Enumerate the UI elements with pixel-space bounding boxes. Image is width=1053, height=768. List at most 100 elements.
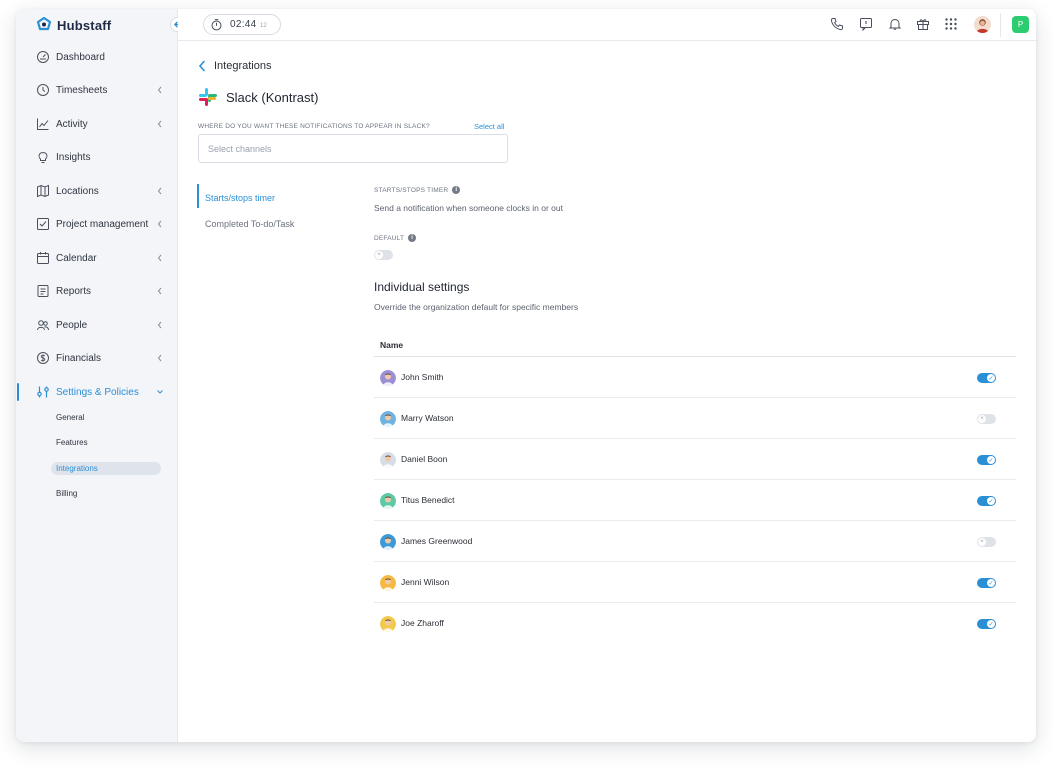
phone-icon[interactable]	[830, 17, 844, 31]
back-label: Integrations	[214, 60, 272, 72]
member-notification-toggle[interactable]: ✓	[977, 373, 996, 383]
member-notification-toggle[interactable]: ✓	[977, 455, 996, 465]
member-notification-toggle[interactable]: ×	[977, 414, 996, 424]
channels-select[interactable]	[198, 134, 508, 163]
sidebar-item-locations[interactable]: Locations	[16, 180, 178, 202]
channels-question-label: WHERE DO YOU WANT THESE NOTIFICATIONS TO…	[198, 123, 430, 130]
member-notification-toggle[interactable]: ✓	[977, 578, 996, 588]
sidebar-sub-integrations[interactable]: Integrations	[56, 464, 98, 473]
sidebar-item-dashboard[interactable]: Dashboard	[16, 46, 178, 68]
user-avatar[interactable]	[974, 16, 991, 33]
sidebar-item-label: Reports	[56, 285, 92, 297]
chevron-down-icon[interactable]	[155, 387, 165, 397]
member-name: Jenni Wilson	[401, 577, 450, 587]
member-avatar	[380, 534, 396, 550]
default-caption-text: DEFAULT	[374, 234, 405, 242]
active-nav-indicator	[17, 383, 19, 401]
section-description: Send a notification when someone clocks …	[374, 203, 564, 213]
sidebar-sub-features[interactable]: Features	[56, 438, 88, 447]
member-avatar	[380, 493, 396, 509]
subtab-active-indicator	[197, 184, 199, 208]
integration-title: Slack (Kontrast)	[226, 89, 319, 105]
sidebar-item-financials[interactable]: Financials	[16, 347, 178, 369]
sidebar-item-label: Activity	[56, 118, 88, 130]
sidebar-item-insights[interactable]: Insights	[16, 146, 178, 168]
sidebar-item-label: Settings & Policies	[56, 386, 139, 398]
check-icon: ✓	[987, 374, 995, 382]
chevron-left-icon[interactable]	[155, 353, 165, 363]
back-to-integrations-link[interactable]: Integrations	[198, 60, 271, 72]
sidebar-item-label: People	[56, 319, 88, 331]
member-avatar	[380, 411, 396, 427]
member-avatar	[380, 575, 396, 591]
organization-badge[interactable]: P	[1012, 16, 1029, 33]
sidebar-sub-billing[interactable]: Billing	[56, 489, 77, 498]
chevron-left-icon[interactable]	[155, 85, 165, 95]
sidebar-item-reports[interactable]: Reports	[16, 280, 178, 302]
sidebar-item-people[interactable]: People	[16, 314, 178, 336]
sidebar-item-settings-policies[interactable]: Settings & Policies	[16, 381, 178, 403]
member-notification-toggle[interactable]: ×	[977, 537, 996, 547]
chevron-left-icon[interactable]	[155, 286, 165, 296]
sidebar-item-calendar[interactable]: Calendar	[16, 247, 178, 269]
subtab-completed-todo[interactable]: Completed To-do/Task	[205, 219, 294, 229]
info-icon[interactable]: i	[408, 234, 417, 242]
slack-logo-icon	[199, 88, 217, 106]
member-avatar-icon	[380, 534, 396, 550]
table-header: Name	[374, 330, 1016, 357]
member-notification-toggle[interactable]: ✓	[977, 619, 996, 629]
table-row: Marry Watson ×	[374, 398, 1016, 439]
check-icon: ✓	[987, 620, 995, 628]
info-icon[interactable]: i	[452, 186, 461, 194]
topbar: 02:44 12 P	[178, 9, 1036, 41]
chevron-left-icon[interactable]	[155, 219, 165, 229]
channels-input[interactable]	[199, 135, 507, 162]
sidebar-item-label: Calendar	[56, 252, 97, 264]
member-avatar	[380, 616, 396, 632]
people-icon	[37, 320, 49, 331]
member-name: John Smith	[401, 372, 444, 382]
dollar-icon	[37, 352, 49, 364]
chevron-left-icon[interactable]	[155, 253, 165, 263]
member-name: James Greenwood	[401, 536, 473, 546]
dashboard-icon	[37, 51, 49, 63]
sidebar-item-label: Financials	[56, 352, 102, 364]
member-name: Daniel Boon	[401, 454, 448, 464]
check-icon: ✓	[987, 579, 995, 587]
user-avatar-icon	[976, 19, 989, 33]
sidebar-item-timesheets[interactable]: Timesheets	[16, 79, 178, 101]
logo[interactable]: Hubstaff	[36, 16, 111, 34]
topbar-divider	[1000, 13, 1001, 37]
subtab-starts-stops-timer[interactable]: Starts/stops timer	[205, 193, 275, 203]
select-all-link[interactable]: Select all	[474, 122, 504, 131]
apps-grid-icon[interactable]	[944, 17, 958, 31]
activity-chart-icon	[37, 118, 49, 130]
member-notification-toggle[interactable]: ✓	[977, 496, 996, 506]
chevron-left-icon[interactable]	[155, 186, 165, 196]
gift-icon[interactable]	[916, 17, 930, 31]
report-icon	[37, 285, 49, 297]
sidebar-item-label: Project management	[56, 218, 149, 230]
toggle-off-icon: ×	[375, 251, 383, 259]
sidebar: Hubstaff Dashboard Timesheets Activity Insi…	[16, 9, 185, 742]
sidebar-item-activity[interactable]: Activity	[16, 113, 178, 135]
table-row: Daniel Boon ✓	[374, 439, 1016, 480]
table-row: James Greenwood ×	[374, 521, 1016, 562]
member-avatar-icon	[380, 370, 396, 386]
integration-header: Slack (Kontrast)	[198, 87, 318, 107]
close-icon: ×	[978, 415, 986, 423]
chevron-left-icon[interactable]	[155, 320, 165, 330]
bell-icon[interactable]	[888, 17, 902, 31]
check-icon: ✓	[987, 456, 995, 464]
chevron-left-icon[interactable]	[155, 119, 165, 129]
sidebar-item-project-management[interactable]: Project management	[16, 213, 178, 235]
chevron-left-icon	[198, 60, 205, 72]
sidebar-sub-general[interactable]: General	[56, 413, 84, 422]
sidebar-item-label: Locations	[56, 185, 99, 197]
member-avatar-icon	[380, 575, 396, 591]
default-caption: DEFAULT i	[374, 234, 417, 242]
timer-widget[interactable]: 02:44 12	[203, 14, 281, 35]
stopwatch-icon	[211, 19, 222, 31]
feedback-icon[interactable]	[859, 17, 873, 31]
default-toggle[interactable]: ×	[374, 250, 393, 260]
